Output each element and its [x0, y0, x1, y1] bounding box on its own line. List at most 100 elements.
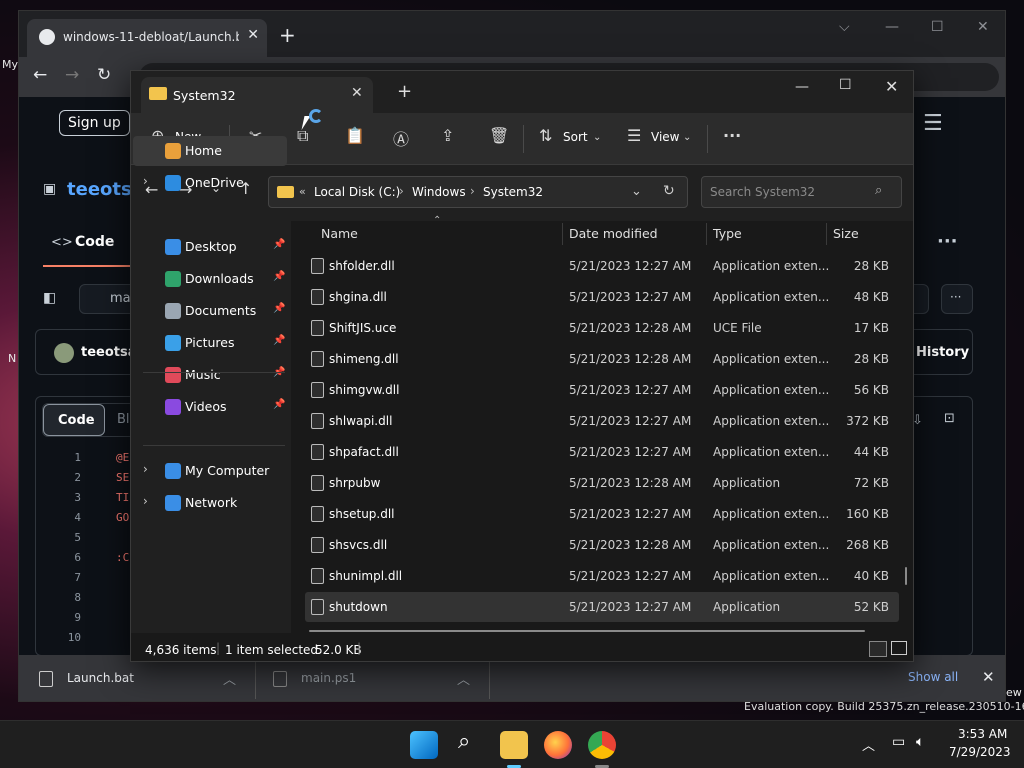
column-divider[interactable] — [706, 223, 707, 245]
forward-icon[interactable]: → — [65, 65, 79, 85]
nav-item-music[interactable]: Music📌 — [133, 360, 287, 390]
sidebar-toggle-icon[interactable]: ◧ — [43, 290, 56, 306]
refresh-icon[interactable]: ↻ — [663, 183, 675, 199]
nav-item-network[interactable]: › Network — [133, 488, 287, 518]
chevron-right-icon[interactable]: › — [143, 462, 148, 476]
column-date[interactable]: Date modified — [569, 226, 658, 241]
sign-up-button[interactable]: Sign up — [59, 110, 130, 136]
chevron-right-icon[interactable]: › — [143, 174, 148, 188]
line-number[interactable]: 3 — [61, 491, 81, 504]
address-bar[interactable]: « Local Disk (C:) › Windows › System32 ⌄… — [268, 176, 688, 208]
line-number[interactable]: 6 — [61, 551, 81, 564]
share-icon[interactable]: ⇪ — [441, 126, 454, 145]
breadcrumb-item[interactable]: System32 — [483, 185, 543, 199]
close-tab-icon[interactable]: ✕ — [351, 85, 363, 101]
more-button[interactable]: ··· — [941, 284, 973, 314]
chevron-up-icon[interactable]: ︿ — [457, 669, 470, 688]
show-all-button[interactable]: Show all — [908, 670, 958, 684]
file-row[interactable]: shlwapi.dll 5/21/2023 12:27 AM Application… — [305, 406, 899, 436]
file-row[interactable]: shfolder.dll 5/21/2023 12:27 AM Applicatio… — [305, 251, 899, 281]
close-window-button[interactable]: ✕ — [885, 77, 898, 96]
history-link[interactable]: History — [916, 345, 969, 360]
view-icon[interactable]: ☰ — [627, 126, 641, 145]
file-row[interactable]: ShiftJIS.uce 5/21/2023 12:28 AM UCE File 17… — [305, 313, 899, 343]
file-row[interactable]: shpafact.dll 5/21/2023 12:27 AM Applicatio… — [305, 437, 899, 467]
line-number[interactable]: 1 — [61, 451, 81, 464]
chevron-down-icon[interactable]: ⌄ — [631, 184, 642, 199]
minimize-button[interactable]: — — [795, 79, 809, 95]
chevron-down-icon[interactable]: ⌄ — [683, 132, 691, 143]
network-icon[interactable]: ▭ — [892, 734, 905, 750]
view-button[interactable]: View — [651, 130, 679, 144]
column-divider[interactable] — [562, 223, 563, 245]
reload-icon[interactable]: ↻ — [97, 65, 111, 85]
nav-item-videos[interactable]: Videos 📌 — [133, 392, 287, 422]
maximize-button[interactable]: ☐ — [931, 19, 944, 35]
horizontal-scrollbar[interactable] — [309, 630, 865, 632]
line-number[interactable]: 2 — [61, 471, 81, 484]
chevron-down-icon[interactable]: ⌄ — [593, 132, 601, 143]
large-icons-view-icon[interactable] — [891, 641, 907, 655]
tab-search-icon[interactable]: ⌵ — [839, 19, 850, 35]
file-row[interactable]: shsetup.dll 5/21/2023 12:27 AM Application… — [305, 499, 899, 529]
column-size[interactable]: Size — [833, 226, 859, 241]
code-view-button[interactable]: Code — [43, 404, 105, 436]
file-row[interactable]: shunimpl.dll 5/21/2023 12:27 AM Applicatio… — [305, 561, 899, 591]
browser-tab[interactable]: windows-11-debloat/Launch.bat ✕ — [27, 19, 267, 57]
nav-item-pictures[interactable]: Pictures 📌 — [133, 328, 287, 358]
file-row[interactable]: shimgvw.dll 5/21/2023 12:27 AM Application… — [305, 375, 899, 405]
delete-icon[interactable]: 🗑 — [489, 126, 509, 145]
line-number[interactable]: 7 — [61, 571, 81, 584]
chevron-right-icon[interactable]: › — [143, 494, 148, 508]
column-name[interactable]: Name — [321, 226, 358, 241]
tab-code[interactable]: Code — [75, 234, 114, 250]
nav-item-home[interactable]: Home — [133, 136, 287, 166]
file-row[interactable]: shimeng.dll 5/21/2023 12:28 AM Application… — [305, 344, 899, 374]
file-row[interactable]: shutdown 5/21/2023 12:27 AM Application 52 … — [305, 592, 899, 622]
nav-item-my-computer[interactable]: › My Computer — [133, 456, 287, 486]
symbols-icon[interactable]: ⊡ — [944, 411, 955, 426]
volume-icon[interactable]: 🔈︎ — [916, 734, 924, 750]
sort-icon[interactable]: ⇅ — [539, 126, 552, 145]
download-item-name[interactable]: Launch.bat — [67, 671, 134, 685]
clock-time[interactable]: 3:53 AM — [958, 727, 1007, 741]
nav-item-downloads[interactable]: Downloads 📌 — [133, 264, 287, 294]
minimize-button[interactable]: — — [885, 19, 899, 35]
sort-button[interactable]: Sort — [563, 130, 588, 144]
new-tab-button[interactable]: + — [279, 23, 296, 47]
nav-item-onedrive[interactable]: › OneDrive — [133, 168, 287, 198]
search-input[interactable]: Search System32 — [701, 176, 902, 208]
close-tab-icon[interactable]: ✕ — [247, 27, 259, 43]
firefox-icon[interactable] — [544, 731, 572, 759]
maximize-button[interactable]: ☐ — [839, 77, 852, 93]
file-row[interactable]: shgina.dll 5/21/2023 12:27 AM Application … — [305, 282, 899, 312]
chevron-up-icon[interactable]: ︿ — [223, 669, 236, 688]
chevron-up-icon[interactable]: ︿ — [862, 735, 875, 754]
close-shelf-icon[interactable]: ✕ — [982, 668, 995, 686]
close-window-button[interactable]: ✕ — [977, 19, 989, 35]
line-number[interactable]: 10 — [61, 631, 81, 644]
file-explorer-icon[interactable] — [500, 731, 528, 759]
vertical-scrollbar[interactable] — [905, 567, 907, 585]
back-icon[interactable]: ← — [33, 65, 47, 85]
commit-author[interactable]: teeotsa — [81, 345, 137, 360]
line-number[interactable]: 5 — [61, 531, 81, 544]
column-type[interactable]: Type — [713, 226, 742, 241]
rename-icon[interactable]: Ⓐ — [393, 126, 409, 150]
new-tab-button[interactable]: + — [397, 81, 412, 102]
more-options-icon[interactable]: ··· — [723, 126, 741, 145]
search-icon[interactable]: ⌕ — [458, 729, 470, 754]
file-row[interactable]: shrpubw 5/21/2023 12:28 AM Application 72 K… — [305, 468, 899, 498]
explorer-tab[interactable]: System32 ✕ — [141, 77, 373, 113]
hamburger-menu-icon[interactable]: ☰ — [923, 111, 943, 136]
nav-item-desktop[interactable]: Desktop 📌 — [133, 232, 287, 262]
nav-item-documents[interactable]: Documents 📌 — [133, 296, 287, 326]
more-options-icon[interactable]: ··· — [937, 231, 958, 252]
line-number[interactable]: 9 — [61, 611, 81, 624]
breadcrumb-item[interactable]: Local Disk (C:) — [314, 185, 400, 199]
line-number[interactable]: 4 — [61, 511, 81, 524]
column-divider[interactable] — [826, 223, 827, 245]
clock-date[interactable]: 7/29/2023 — [949, 745, 1011, 759]
start-icon[interactable] — [410, 731, 438, 759]
download-item-name[interactable]: main.ps1 — [301, 671, 356, 685]
